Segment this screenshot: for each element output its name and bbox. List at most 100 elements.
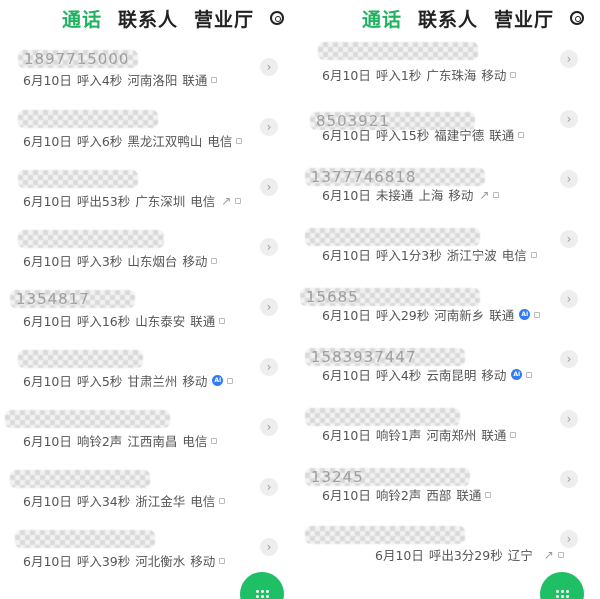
call-list: 1897715000 6月10日 呼入4秒 河南洛阳 联通 › 6月10日 呼入6秒 黑龙江双鸭… [0,40,300,580]
call-row[interactable]: 13245 6月10日 响铃2声 西部 联通 › [300,460,600,520]
dialpad-icon [555,590,569,598]
settings-icon[interactable] [270,11,284,25]
chevron-right-icon[interactable]: › [260,478,278,496]
call-row[interactable]: 1354817 6月10日 呼入16秒 山东泰安 联通 › [0,280,300,340]
tab-contacts[interactable]: 联系人 [418,5,478,32]
redacted-number-mask [18,170,138,188]
chevron-right-icon[interactable]: › [560,290,578,308]
chevron-right-icon[interactable]: › [260,358,278,376]
call-details: 6月10日 呼入5秒 甘肃兰州 移动 AI [23,371,234,390]
caller-location: 福建宁德 [434,128,485,143]
call-row[interactable]: 1377746818 6月10日 未接通 上海 移动 ↗ › [300,160,600,220]
call-row[interactable]: 6月10日 呼出53秒 广东深圳 电信 ↗ › [0,160,300,220]
caller-carrier: 联通 [489,308,515,323]
caller-location: 上海 [418,188,444,203]
caller-location: 河北衡水 [135,554,186,569]
chevron-right-icon[interactable]: › [260,538,278,556]
call-status: 呼入6秒 [76,134,123,149]
chevron-right-icon[interactable]: › [260,418,278,436]
call-list: 6月10日 呼入1秒 广东珠海 移动 › 8503921 6月10日 呼入15秒 福建宁德 联通 ›… [300,40,600,580]
call-status: 呼入16秒 [76,314,131,329]
tab-calls[interactable]: 通话 [362,5,402,32]
redacted-number-mask [305,228,480,246]
call-row[interactable]: 6月10日 呼入1秒 广东珠海 移动 › [300,40,600,100]
tab-contacts[interactable]: 联系人 [118,5,178,32]
call-details: 6月10日 未接通 上海 移动 ↗ [322,185,500,204]
call-details: 6月10日 响铃2声 江西南昌 电信 [23,431,218,450]
caller-location: 河南新乡 [434,308,485,323]
call-row[interactable]: 6月10日 响铃2声 江西南昌 电信 › [0,400,300,460]
caller-carrier: 移动 [481,368,507,383]
redacted-number-mask [15,530,155,548]
call-date: 6月10日 [23,73,72,88]
call-status: 呼入1分3秒 [375,248,442,263]
tab-business-hall[interactable]: 营业厅 [494,5,554,32]
call-row[interactable]: 6月10日 呼入1分3秒 浙江宁波 电信 › [300,220,600,280]
top-tabs: 通话 联系人 营业厅 [300,4,600,32]
call-date: 6月10日 [23,374,72,389]
chevron-right-icon[interactable]: › [260,118,278,136]
outgoing-call-icon: ↗ [479,187,490,202]
call-row[interactable]: 8503921 6月10日 呼入15秒 福建宁德 联通 › [300,100,600,160]
redacted-number-mask [318,42,478,60]
caller-location: 山东泰安 [135,314,186,329]
info-icon [227,377,234,384]
screen: 通话 联系人 营业厅 1897715000 6月10日 呼入4秒 河南洛阳 联通 › 6月1… [0,0,600,599]
call-row[interactable]: 6月10日 响铃1声 河南郑州 联通 › [300,400,600,460]
call-details: 6月10日 呼入29秒 河南新乡 联通 AI [322,305,541,324]
caller-carrier: 移动 [182,374,208,389]
chevron-right-icon[interactable]: › [560,170,578,188]
call-row[interactable]: 6月10日 呼入6秒 黑龙江双鸭山 电信 › [0,100,300,160]
call-row[interactable]: 6月10日 呼入39秒 河北衡水 移动 › [0,520,300,580]
call-row[interactable]: 6月10日 呼入3秒 山东烟台 移动 › [0,220,300,280]
chevron-right-icon[interactable]: › [560,230,578,248]
info-icon [211,437,218,444]
chevron-right-icon[interactable]: › [560,110,578,128]
redacted-number-mask [18,110,158,128]
call-status: 呼入34秒 [76,494,131,509]
chevron-right-icon[interactable]: › [560,50,578,68]
call-row[interactable]: 15685 6月10日 呼入29秒 河南新乡 联通 AI › [300,280,600,340]
chevron-right-icon[interactable]: › [260,58,278,76]
info-icon [236,137,243,144]
chevron-right-icon[interactable]: › [560,530,578,548]
call-row[interactable]: 1897715000 6月10日 呼入4秒 河南洛阳 联通 › [0,40,300,100]
call-row[interactable]: 6月10日 呼入5秒 甘肃兰州 移动 AI › [0,340,300,400]
caller-carrier: 移动 [448,188,474,203]
caller-number: 1897715000 [24,50,130,68]
call-details: 6月10日 呼入4秒 云南昆明 移动 AI [322,365,533,384]
call-row[interactable]: 6月10日 呼入34秒 浙江金华 电信 › [0,460,300,520]
caller-number: 1583937447 [311,348,417,366]
call-details: 6月10日 呼入15秒 福建宁德 联通 [322,125,525,144]
chevron-right-icon[interactable]: › [260,178,278,196]
chevron-right-icon[interactable]: › [560,470,578,488]
info-icon [211,257,218,264]
redacted-number-mask [18,350,143,368]
info-icon [518,131,525,138]
caller-number: 15685 [306,288,359,306]
caller-carrier: 联通 [489,128,515,143]
redacted-number-mask [5,410,170,428]
call-status: 呼入39秒 [76,554,131,569]
call-row[interactable]: 1583937447 6月10日 呼入4秒 云南昆明 移动 AI › [300,340,600,400]
call-details: 6月10日 响铃1声 河南郑州 联通 [322,425,517,444]
tab-business-hall[interactable]: 营业厅 [194,5,254,32]
info-icon [211,76,218,83]
chevron-right-icon[interactable]: › [560,410,578,428]
call-date: 6月10日 [322,428,371,443]
call-status: 响铃1声 [375,428,422,443]
call-status: 响铃2声 [76,434,123,449]
caller-location: 山东烟台 [127,254,178,269]
chevron-right-icon[interactable]: › [260,238,278,256]
chevron-right-icon[interactable]: › [560,350,578,368]
caller-location: 黑龙江双鸭山 [127,134,203,149]
call-row[interactable]: 6月10日 呼出3分29秒 辽宁 ↗ › [300,520,600,580]
call-status: 呼出3分29秒 [428,548,503,563]
chevron-right-icon[interactable]: › [260,298,278,316]
caller-carrier: 联通 [182,73,208,88]
info-icon [510,71,517,78]
ai-badge: AI [519,309,531,320]
redacted-number-mask [10,470,150,488]
settings-icon[interactable] [570,11,584,25]
tab-calls[interactable]: 通话 [62,5,102,32]
